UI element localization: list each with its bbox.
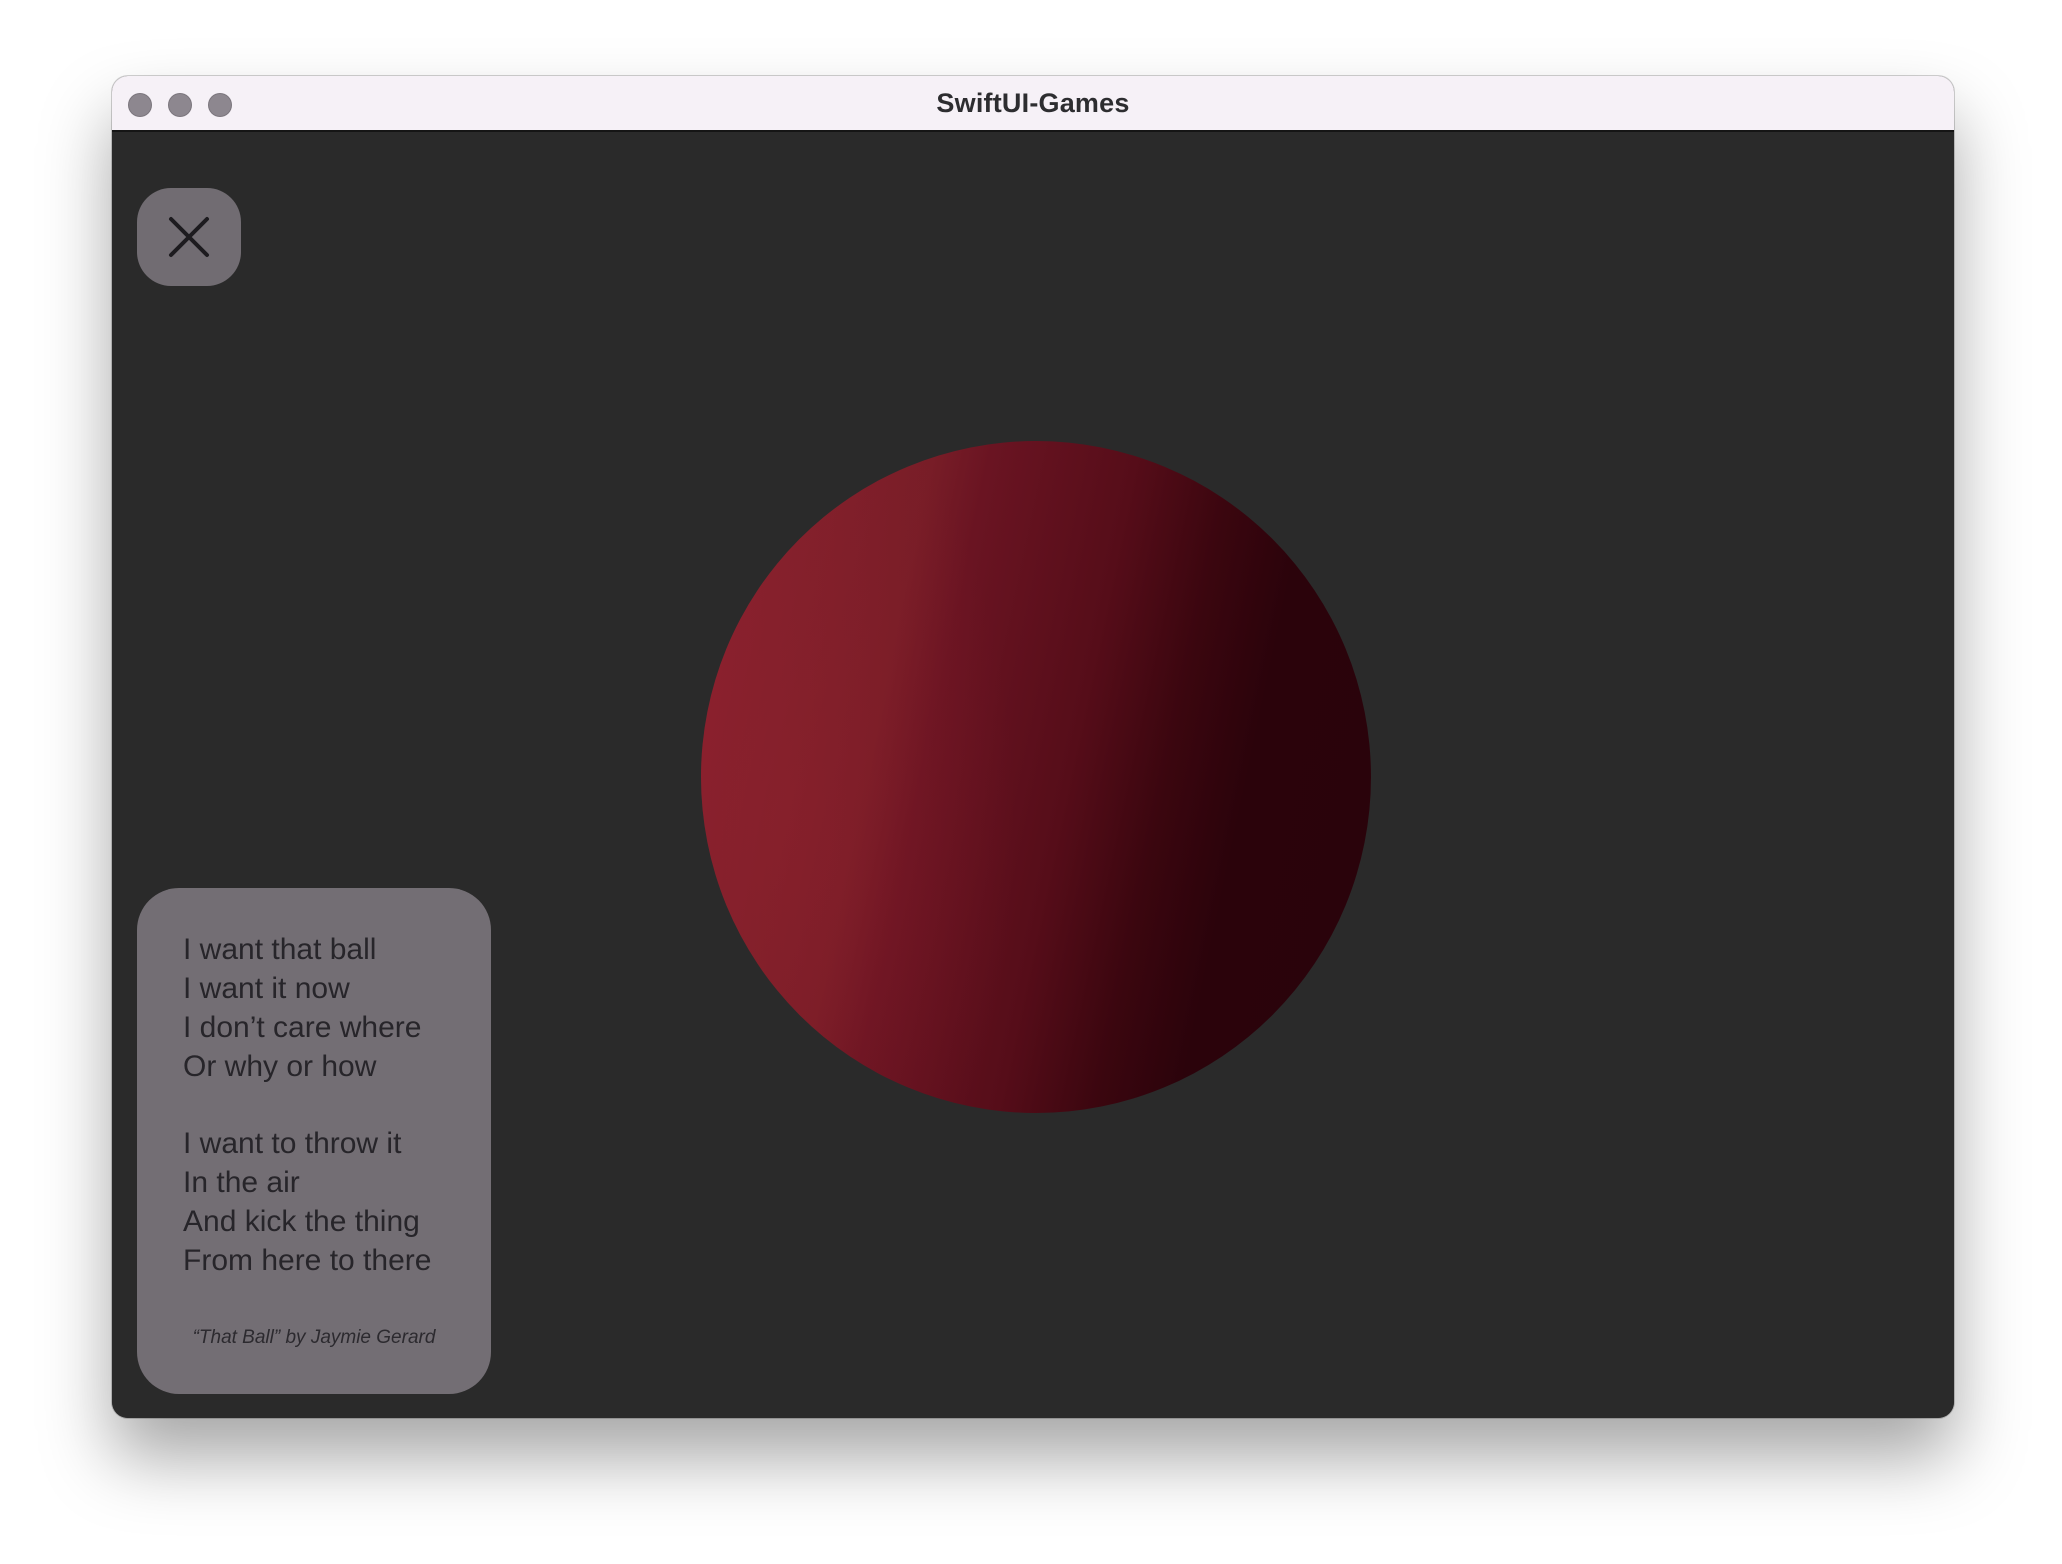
red-ball[interactable] xyxy=(701,441,1371,1113)
poem-stanza-2: I want to throw it In the air And kick t… xyxy=(183,1124,491,1280)
poem-card: I want that ball I want it now I don’t c… xyxy=(137,888,491,1394)
poem-stanza-1: I want that ball I want it now I don’t c… xyxy=(183,930,491,1086)
stanza-spacer xyxy=(183,1086,491,1124)
app-window: SwiftUI-Games I want that ball I want it… xyxy=(112,76,1954,1418)
poem-line: I want to throw it xyxy=(183,1127,402,1160)
poem-line: And kick the thing xyxy=(183,1205,420,1238)
poem-line: In the air xyxy=(183,1166,300,1199)
desktop-background: SwiftUI-Games I want that ball I want it… xyxy=(0,0,2062,1564)
window-title: SwiftUI-Games xyxy=(936,88,1130,118)
poem-line: Or why or how xyxy=(183,1050,377,1083)
poem-line: From here to there xyxy=(183,1244,432,1277)
poem-line: I don’t care where xyxy=(183,1011,422,1044)
close-icon xyxy=(169,217,209,257)
close-button[interactable] xyxy=(137,188,241,286)
poem-line: I want that ball xyxy=(183,933,377,966)
poem-line: I want it now xyxy=(183,972,350,1005)
title-bar: SwiftUI-Games xyxy=(112,76,1954,132)
poem-credit: “That Ball” by Jaymie Gerard xyxy=(192,1327,436,1348)
game-content: I want that ball I want it now I don’t c… xyxy=(112,132,1954,1418)
